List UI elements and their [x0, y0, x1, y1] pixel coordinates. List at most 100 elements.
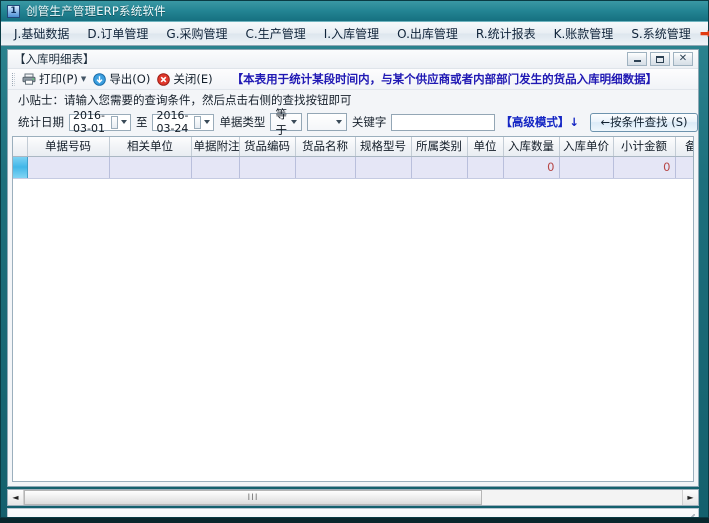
scrollbar-track[interactable]: III	[24, 490, 682, 505]
app-title: 创管生产管理ERP系统软件	[26, 3, 166, 19]
column-header-notes[interactable]: 备注信息	[675, 137, 694, 156]
child-window-title: 【入库明细表】	[14, 51, 95, 67]
date-range-label: 统计日期	[18, 114, 64, 130]
maximize-icon	[656, 56, 664, 63]
column-header-specification[interactable]: 规格型号	[355, 137, 411, 156]
right-arrow-icon: ➡	[700, 27, 709, 41]
print-dropdown-caret[interactable]: ▼	[81, 75, 86, 83]
menu-item-system-management[interactable]: S.系统管理	[622, 21, 699, 46]
keyword-label: 关键字	[352, 114, 387, 130]
print-button[interactable]: 打印(P) ▼	[20, 70, 91, 88]
menu-item-inbound-management[interactable]: I.入库管理	[315, 21, 388, 46]
tip-text: 小贴士：请输入您需要的查询条件，然后点击右侧的查找按钮即可	[18, 92, 352, 108]
menu-item-accounts-management[interactable]: K.账款管理	[545, 21, 623, 46]
cell-unit[interactable]	[467, 156, 503, 178]
chevron-down-icon[interactable]	[121, 120, 127, 124]
child-window-toolbar: 打印(P) ▼ 导出(O)	[8, 69, 698, 90]
scroll-left-arrow-icon[interactable]: ◄	[8, 490, 24, 505]
cell-inbound-price[interactable]	[559, 156, 613, 178]
row-header-corner	[13, 137, 27, 156]
close-icon: ✕	[679, 54, 687, 64]
tip-row: 小贴士：请输入您需要的查询条件，然后点击右侧的查找按钮即可	[8, 90, 698, 110]
search-by-condition-button[interactable]: ←按条件查找 (S)	[590, 113, 698, 132]
column-header-subtotal-amount[interactable]: 小计金额	[613, 137, 675, 156]
column-header-inbound-quantity[interactable]: 入库数量	[503, 137, 559, 156]
cell-subtotal-amount[interactable]: 0	[613, 156, 675, 178]
column-header-goods-code[interactable]: 货品编码	[239, 137, 295, 156]
horizontal-scrollbar[interactable]: ◄ III ►	[7, 489, 699, 506]
child-window-titlebar: 【入库明细表】 ✕	[8, 50, 698, 69]
column-header-inbound-price[interactable]: 入库单价	[559, 137, 613, 156]
menu-item-outbound-management[interactable]: O.出库管理	[388, 21, 467, 46]
doctype-label: 单据类型	[219, 114, 265, 130]
calendar-icon	[194, 116, 201, 129]
cell-category[interactable]	[411, 156, 467, 178]
toolbar-grip	[12, 73, 15, 86]
cell-notes[interactable]	[675, 156, 694, 178]
window-control-buttons: ✕	[627, 52, 698, 66]
menu-item-production-management[interactable]: C.生产管理	[237, 21, 315, 46]
column-header-related-unit[interactable]: 相关单位	[109, 137, 191, 156]
chevron-down-icon[interactable]	[336, 120, 342, 124]
form-description-banner: 【本表用于统计某段时间内，与某个供应商或者内部部门发生的货品入库明细数据】	[232, 71, 658, 87]
scroll-right-arrow-icon[interactable]: ►	[682, 490, 698, 505]
menu-item-basic-data[interactable]: J.基础数据	[5, 21, 78, 46]
export-button[interactable]: 导出(O)	[91, 70, 155, 88]
print-label: 打印(P)	[39, 71, 78, 87]
chevron-down-icon[interactable]	[204, 120, 210, 124]
cell-inbound-quantity[interactable]: 0	[503, 156, 559, 178]
row-selector-cell[interactable]	[13, 156, 27, 178]
menu-item-order-management[interactable]: D.订单管理	[78, 21, 157, 46]
doctype-value-select[interactable]	[307, 113, 347, 131]
doctype-operator-select[interactable]: 等于	[270, 113, 301, 131]
minimize-button[interactable]	[627, 52, 647, 66]
close-button[interactable]: ✕	[673, 52, 693, 66]
date-to-picker[interactable]: 2016-03-24	[152, 114, 214, 131]
doctype-operator-value: 等于	[275, 106, 288, 138]
menu-item-purchase-management[interactable]: G.采购管理	[157, 21, 236, 46]
filter-row: 统计日期 2016-03-01 至 2016-03-24 单据类型 等于	[8, 110, 698, 134]
column-header-unit[interactable]: 单位	[467, 137, 503, 156]
resize-grip-icon[interactable]	[683, 514, 695, 517]
inbound-detail-window: 【入库明细表】 ✕	[7, 49, 699, 487]
grid-header-row: 单据号码 相关单位 单据附注 货品编码 货品名称 规格型号 所属类别 单位 入库…	[13, 137, 694, 156]
menu-item-statistics-reports[interactable]: R.统计报表	[467, 21, 545, 46]
cell-doc-remark[interactable]	[191, 156, 239, 178]
maximize-button[interactable]	[650, 52, 670, 66]
close-form-label: 关闭(E)	[173, 71, 212, 87]
date-to-label: 至	[136, 114, 148, 130]
cell-related-unit[interactable]	[109, 156, 191, 178]
title-bar: 1 创管生产管理ERP系统软件	[1, 1, 708, 21]
export-label: 导出(O)	[109, 71, 150, 87]
column-header-goods-name[interactable]: 货品名称	[295, 137, 355, 156]
column-header-category[interactable]: 所属类别	[411, 137, 467, 156]
date-to-value: 2016-03-24	[156, 109, 194, 135]
keyword-input[interactable]	[391, 114, 495, 131]
date-from-value: 2016-03-01	[73, 109, 111, 135]
calendar-icon	[111, 116, 118, 129]
cell-goods-code[interactable]	[239, 156, 295, 178]
column-header-doc-remark[interactable]: 单据附注	[191, 137, 239, 156]
table-row[interactable]: 0 0	[13, 156, 694, 178]
cell-specification[interactable]	[355, 156, 411, 178]
minimize-icon	[634, 59, 641, 62]
cell-goods-name[interactable]	[295, 156, 355, 178]
export-icon	[93, 73, 106, 86]
cell-doc-number[interactable]	[27, 156, 109, 178]
date-from-picker[interactable]: 2016-03-01	[69, 114, 131, 131]
inbound-detail-grid: 单据号码 相关单位 单据附注 货品编码 货品名称 规格型号 所属类别 单位 入库…	[13, 137, 694, 179]
chevron-down-icon[interactable]	[291, 120, 297, 124]
close-circle-icon	[157, 73, 170, 86]
app-icon: 1	[7, 5, 20, 18]
close-form-button[interactable]: 关闭(E)	[155, 70, 217, 88]
desktop-edge	[0, 518, 709, 523]
menu-bar: J.基础数据 D.订单管理 G.采购管理 C.生产管理 I.入库管理 O.出库管…	[1, 21, 708, 46]
advanced-mode-link[interactable]: 【高级模式】↓	[500, 114, 579, 130]
data-grid-container[interactable]: 单据号码 相关单位 单据附注 货品编码 货品名称 规格型号 所属类别 单位 入库…	[12, 136, 694, 482]
column-header-doc-number[interactable]: 单据号码	[27, 137, 109, 156]
video-tutorial-link[interactable]: ➡ 【视频教程，先看再用】	[700, 25, 709, 42]
application-window: 1 创管生产管理ERP系统软件 J.基础数据 D.订单管理 G.采购管理 C.生…	[0, 0, 709, 518]
printer-icon	[22, 73, 36, 85]
status-bar	[7, 508, 699, 517]
scrollbar-thumb[interactable]: III	[24, 490, 482, 505]
